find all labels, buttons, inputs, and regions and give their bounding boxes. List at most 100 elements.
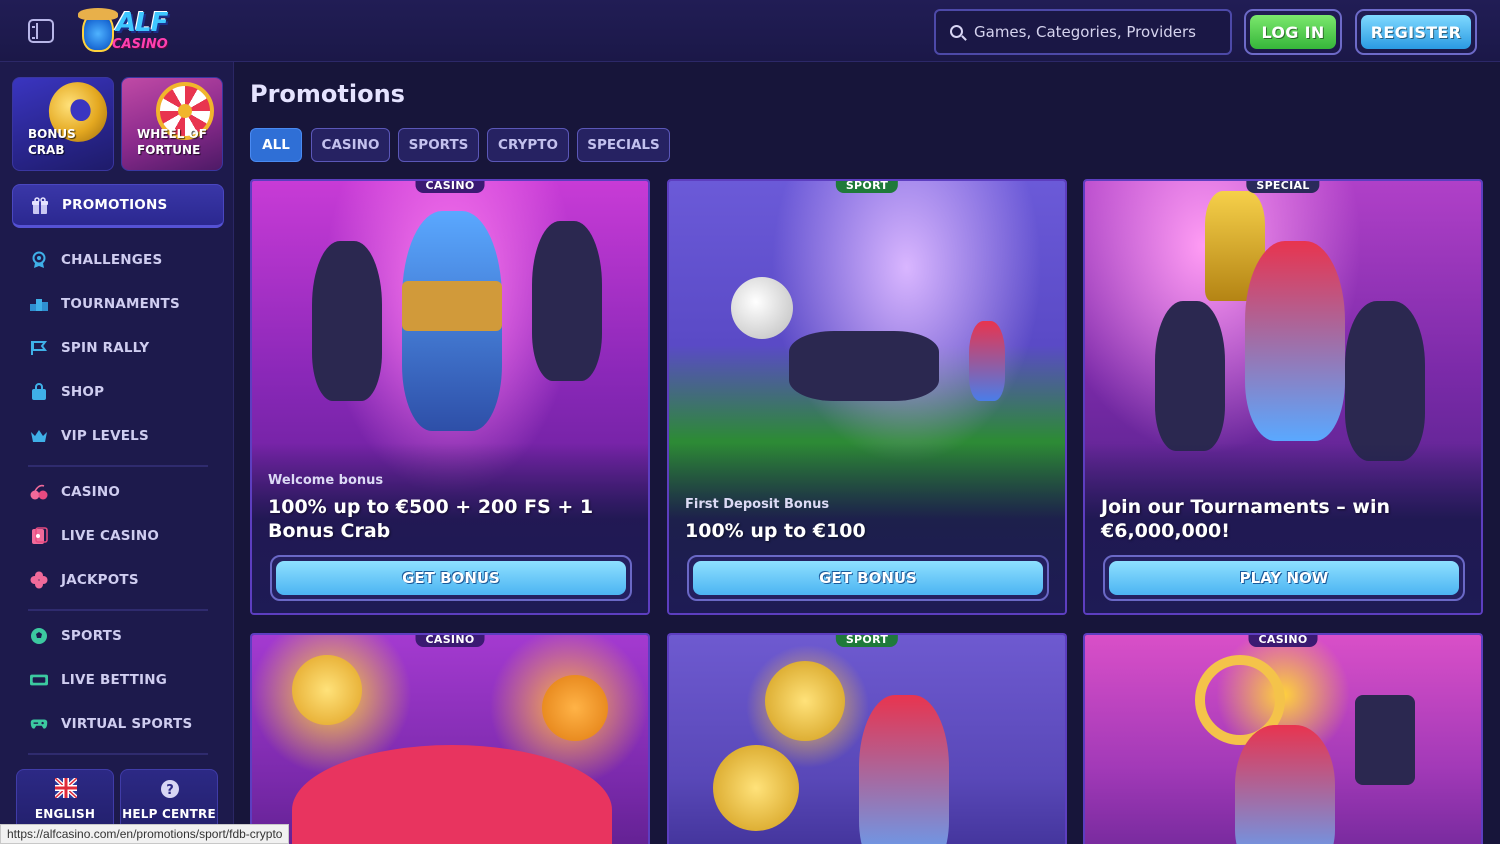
wheel-of-fortune-label: WHEEL OF FORTUNE — [137, 126, 207, 158]
phone-icon — [1355, 695, 1415, 785]
sidebar-item-spin-rally[interactable]: SPIN RALLY — [12, 330, 224, 366]
promo-image-sport-crypto — [669, 635, 1065, 844]
clover-icon — [30, 571, 48, 589]
crown-icon — [31, 430, 47, 442]
alien-figure — [1235, 725, 1335, 844]
bonus-crab-label-line1: BONUS — [28, 127, 76, 141]
player-figure — [969, 321, 1005, 401]
register-button-label: REGISTER — [1361, 15, 1471, 49]
sidebar-item-live-betting[interactable]: LIVE BETTING — [12, 662, 224, 698]
category-badge: CASINO — [415, 181, 485, 193]
search-input[interactable] — [974, 11, 1224, 53]
promo-card-first-deposit[interactable]: SPORT First Deposit Bonus 100% up to €10… — [667, 179, 1067, 615]
login-button[interactable]: LOG IN — [1244, 9, 1342, 55]
sidebar-item-label: JACKPOTS — [61, 572, 139, 588]
promo-image-crypto — [252, 635, 648, 844]
sidebar-item-label: CASINO — [61, 484, 121, 500]
sidebar-item-label: LIVE BETTING — [61, 672, 168, 688]
help-centre-label: HELP CENTRE — [122, 807, 216, 821]
category-badge: SPORT — [835, 181, 899, 193]
button-label: GET BONUS — [693, 561, 1043, 595]
spin-rally-icon — [31, 341, 47, 355]
promo-title: 100% up to €500 + 200 FS + 1 Bonus Crab — [268, 496, 594, 542]
tab-crypto[interactable]: CRYPTO — [487, 128, 569, 162]
wheel-of-fortune-tile[interactable]: WHEEL OF FORTUNE — [121, 77, 223, 171]
agent-figure — [532, 221, 602, 381]
sidebar-item-vip-levels[interactable]: VIP LEVELS — [12, 418, 224, 454]
money-case-icon — [402, 281, 502, 331]
site-logo[interactable]: ALF CASINO — [78, 6, 172, 56]
page-title: Promotions — [250, 80, 405, 108]
sidebar-item-promotions[interactable]: PROMOTIONS — [12, 184, 224, 228]
gift-icon — [32, 197, 48, 214]
player-figure — [789, 331, 939, 401]
register-button[interactable]: REGISTER — [1355, 9, 1477, 55]
sidebar-item-label: LIVE CASINO — [61, 528, 160, 544]
top-header: ALF CASINO LOG IN REGISTER — [0, 0, 1500, 62]
sidebar-item-label: VIP LEVELS — [61, 428, 149, 444]
play-now-button[interactable]: PLAY NOW — [1103, 555, 1465, 601]
sidebar-item-challenges[interactable]: CHALLENGES — [12, 242, 224, 278]
login-button-label: LOG IN — [1250, 15, 1336, 49]
uk-flag-icon — [55, 778, 77, 798]
category-badge: CASINO — [1248, 635, 1318, 647]
promo-card-sport-crypto[interactable]: SPORT — [667, 633, 1067, 844]
search-box[interactable] — [934, 9, 1232, 55]
sidebar-item-label: PROMOTIONS — [62, 197, 168, 213]
promo-card-tournaments[interactable]: SPECIAL Join our Tournaments – win €6,00… — [1083, 179, 1483, 615]
button-label: PLAY NOW — [1109, 561, 1459, 595]
alien-figure — [859, 695, 949, 844]
sidebar-item-shop[interactable]: SHOP — [12, 374, 224, 410]
sidebar-item-sports[interactable]: SPORTS — [12, 618, 224, 654]
promo-kicker: Welcome bonus — [268, 473, 384, 488]
sidebar-item-tournaments[interactable]: TOURNAMENTS — [12, 286, 224, 322]
tab-casino[interactable]: CASINO — [311, 128, 390, 162]
svg-text:?: ? — [166, 783, 174, 798]
sidebar-divider — [28, 753, 208, 755]
sidebar-toggle-icon[interactable] — [28, 19, 54, 43]
promo-card-welcome-bonus[interactable]: CASINO Welcome bonus 100% up to €500 + 2… — [250, 179, 650, 615]
sidebar-item-jackpots[interactable]: JACKPOTS — [12, 562, 224, 598]
sports-ball-icon — [31, 628, 47, 644]
bonus-crab-tile[interactable]: BONUS CRAB — [12, 77, 114, 171]
sidebar-item-casino[interactable]: CASINO — [12, 474, 224, 510]
logo-text: ALF — [116, 8, 168, 38]
promo-title: Join our Tournaments – win €6,000,000! — [1101, 496, 1390, 542]
tab-sports[interactable]: SPORTS — [398, 128, 479, 162]
promo-kicker: First Deposit Bonus — [685, 497, 830, 512]
agent-figure — [1345, 301, 1425, 461]
hat-icon — [78, 8, 118, 20]
tab-all[interactable]: ALL — [250, 128, 302, 162]
sidebar-item-label: VIRTUAL SPORTS — [61, 716, 193, 732]
sidebar-item-label: SPIN RALLY — [61, 340, 150, 356]
language-label: ENGLISH — [34, 807, 96, 821]
bitcoin-coin-icon — [542, 675, 608, 741]
wheel-label-line2: FORTUNE — [137, 143, 201, 157]
sidebar-item-virtual-sports[interactable]: VIRTUAL SPORTS — [12, 706, 224, 742]
tether-coin-icon — [713, 745, 799, 831]
sidebar-item-label: CHALLENGES — [61, 252, 163, 268]
agent-figure — [312, 241, 382, 401]
get-bonus-button[interactable]: GET BONUS — [687, 555, 1049, 601]
get-bonus-button[interactable]: GET BONUS — [270, 555, 632, 601]
tab-specials[interactable]: SPECIALS — [577, 128, 670, 162]
search-icon — [950, 25, 963, 38]
logo-subtext: CASINO — [112, 37, 168, 52]
help-icon: ? — [161, 780, 179, 798]
promo-image-casino-cashback — [1085, 635, 1481, 844]
roulette-wheel-icon — [292, 745, 612, 844]
sidebar: BONUS CRAB WHEEL OF FORTUNE PROMOTIONS C… — [0, 62, 234, 844]
sidebar-item-live-casino[interactable]: LIVE CASINO — [12, 518, 224, 554]
tether-coin-icon — [292, 655, 362, 725]
tournaments-icon — [30, 299, 48, 311]
sidebar-item-label: SHOP — [61, 384, 105, 400]
category-badge: SPORT — [835, 635, 899, 647]
bonus-crab-label-line2: CRAB — [28, 143, 65, 157]
live-casino-icon — [32, 527, 48, 544]
football-icon — [731, 277, 793, 339]
promo-card-casino-cashback[interactable]: CASINO — [1083, 633, 1483, 844]
bitcoin-coin-icon — [765, 661, 845, 741]
sidebar-item-label: TOURNAMENTS — [61, 296, 180, 312]
promo-card-crypto-casino[interactable]: CASINO — [250, 633, 650, 844]
gamepad-icon — [30, 719, 48, 729]
